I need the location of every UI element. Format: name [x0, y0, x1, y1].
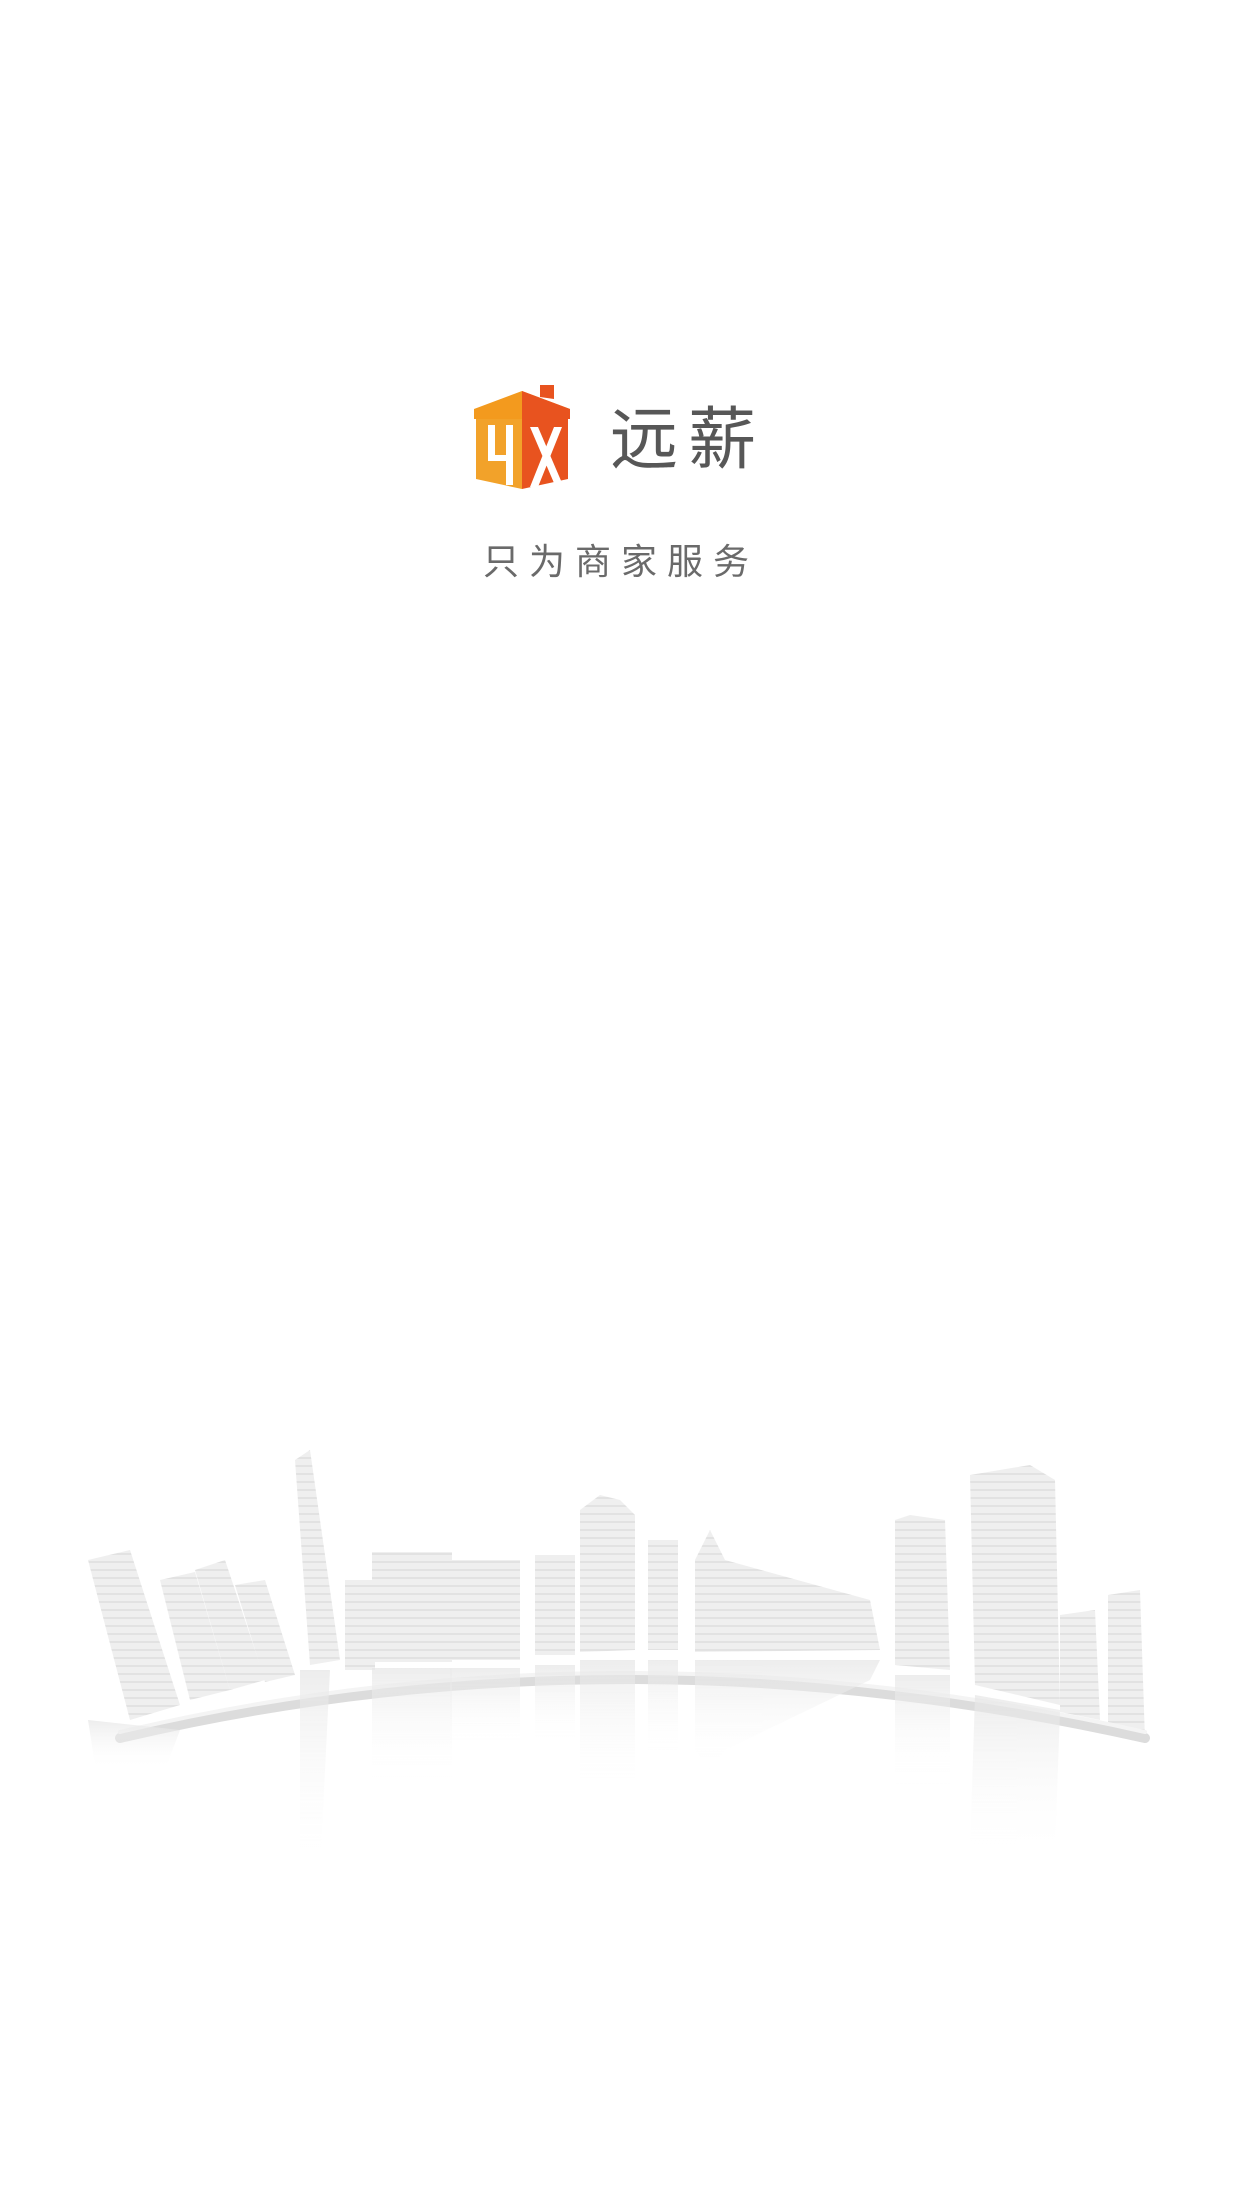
splash-screen: 远薪 只为商家服务: [0, 0, 1242, 2208]
store-logo-icon: [474, 385, 570, 489]
slogan-text: 只为商家服务: [482, 542, 759, 583]
brand-header: 远薪: [470, 385, 766, 497]
city-skyline-illustration: [88, 1450, 1150, 1870]
brand-name: 远薪: [610, 401, 767, 480]
